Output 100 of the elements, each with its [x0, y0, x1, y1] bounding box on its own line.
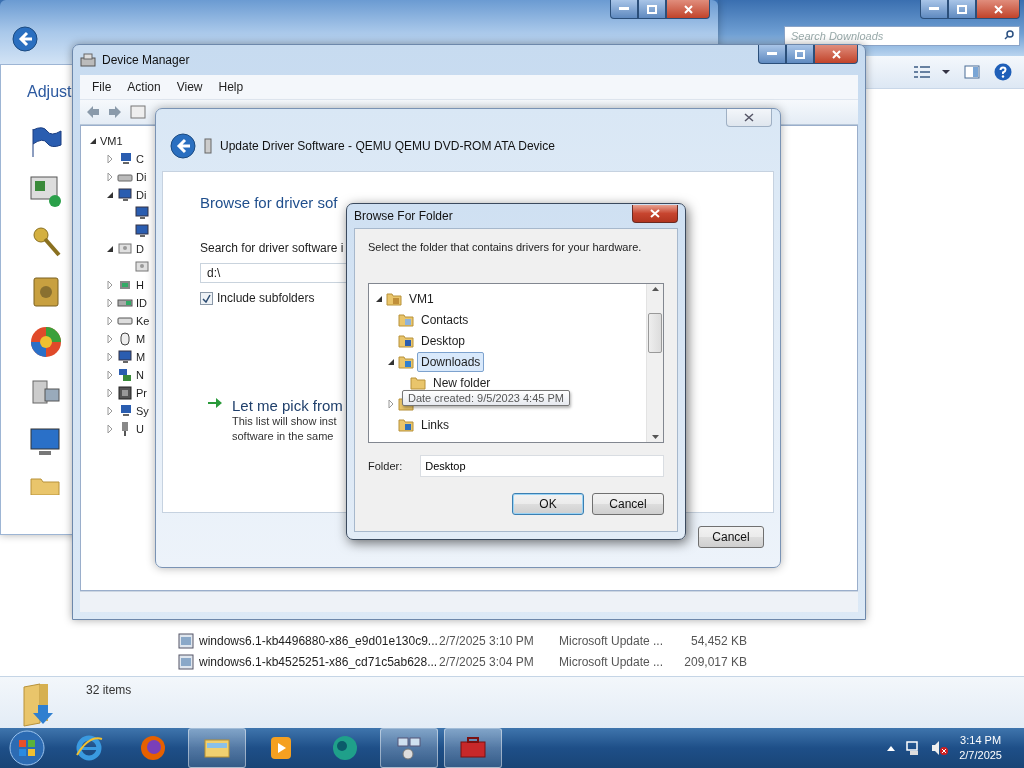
scroll-down-icon[interactable]	[651, 435, 659, 439]
expand-icon[interactable]	[106, 353, 114, 361]
expand-icon[interactable]	[106, 425, 114, 433]
expand-icon[interactable]	[106, 173, 114, 181]
file-type: Microsoft Update ...	[559, 654, 665, 669]
collapse-icon[interactable]	[375, 294, 383, 303]
taskbar-button[interactable]	[380, 728, 438, 768]
tree-item[interactable]: U	[136, 423, 144, 435]
minimize-button[interactable]	[920, 0, 948, 19]
tree-item[interactable]: D	[136, 243, 144, 255]
folder-item[interactable]: Contacts	[417, 309, 473, 330]
preview-pane-icon[interactable]	[964, 65, 980, 79]
option-link[interactable]: Let me pick from	[232, 397, 343, 414]
menu-item[interactable]: View	[168, 80, 211, 94]
search-icon[interactable]	[1004, 30, 1014, 40]
help-icon[interactable]	[994, 63, 1012, 81]
folder-icon	[398, 332, 414, 349]
close-button[interactable]	[814, 45, 858, 64]
tree-item[interactable]: C	[136, 153, 144, 165]
arrow-icon	[208, 397, 222, 409]
folder-item[interactable]: New folder	[429, 372, 495, 393]
show-hidden-icons[interactable]	[887, 745, 896, 751]
tree-item[interactable]: ID	[136, 297, 147, 309]
forward-arrow-icon[interactable]	[108, 105, 122, 119]
cancel-button[interactable]: Cancel	[592, 493, 664, 515]
volume-muted-icon[interactable]	[931, 740, 950, 756]
minimize-button[interactable]	[610, 0, 638, 19]
back-arrow-icon[interactable]	[86, 105, 100, 119]
chip-icon	[117, 385, 133, 401]
search-field[interactable]: Search Downloads	[784, 26, 1020, 46]
collapse-icon[interactable]	[106, 191, 114, 199]
scroll-up-icon[interactable]	[651, 287, 659, 291]
flag-icon[interactable]	[29, 125, 63, 159]
close-button[interactable]	[726, 109, 772, 127]
tree-item[interactable]: Di	[136, 171, 147, 183]
maximize-button[interactable]	[638, 0, 666, 19]
expand-icon[interactable]	[106, 155, 114, 163]
folder-item[interactable]: Downloads	[417, 351, 485, 372]
back-button[interactable]	[12, 26, 38, 52]
folder-item[interactable]: Links	[417, 414, 453, 435]
scroll-thumb[interactable]	[648, 313, 662, 353]
tree-item[interactable]: M	[136, 351, 146, 363]
close-icon	[650, 209, 660, 218]
maximize-button[interactable]	[948, 0, 976, 19]
folder-item[interactable]: VM1	[405, 288, 438, 309]
maximize-icon	[795, 49, 805, 59]
menu-item[interactable]: Help	[210, 80, 252, 94]
collapse-icon[interactable]	[106, 245, 114, 253]
folder-field[interactable]: Desktop	[420, 455, 664, 477]
include-subfolders-checkbox[interactable]: Include subfolders	[200, 291, 315, 305]
file-icon	[178, 653, 194, 670]
view-options-icon[interactable]	[914, 65, 950, 79]
menu-item[interactable]: File	[84, 80, 120, 94]
maximize-button[interactable]	[786, 45, 814, 64]
tree-item[interactable]: M	[136, 333, 146, 345]
file-name[interactable]: windows6.1-kb4525251-x86_cd71c5ab628...	[199, 654, 439, 669]
close-button[interactable]	[632, 205, 678, 223]
expand-icon[interactable]	[106, 335, 114, 343]
file-name[interactable]: windows6.1-kb4496880-x86_e9d01e130c9...	[199, 633, 439, 648]
close-icon	[831, 49, 841, 59]
collapse-icon[interactable]	[89, 137, 97, 145]
expand-icon[interactable]	[106, 371, 114, 379]
tree-item[interactable]: Di	[136, 189, 147, 201]
tree-item[interactable]: H	[136, 279, 144, 291]
expand-icon[interactable]	[106, 299, 114, 307]
cancel-button[interactable]: Cancel	[698, 526, 764, 548]
display-icon[interactable]	[29, 175, 63, 209]
monitor-icon	[134, 223, 150, 239]
scrollbar[interactable]	[646, 284, 663, 442]
minimize-button[interactable]	[758, 45, 786, 64]
page-heading: Adjust	[27, 83, 72, 101]
expand-icon[interactable]	[106, 389, 114, 397]
drive-icon	[134, 259, 150, 275]
orb-icon[interactable]	[29, 325, 63, 359]
taskbar-button[interactable]	[444, 728, 502, 768]
menu-item[interactable]: Action	[119, 80, 169, 94]
back-button[interactable]	[170, 133, 196, 159]
maximize-icon	[957, 4, 967, 14]
expand-icon[interactable]	[387, 399, 395, 408]
clock[interactable]: 3:14 PM 2/7/2025	[959, 733, 1002, 763]
tree-item[interactable]: VM1	[100, 135, 123, 147]
folder-item[interactable]: Desktop	[417, 330, 470, 351]
expand-icon[interactable]	[106, 407, 114, 415]
close-icon	[744, 113, 754, 122]
taskbar-button[interactable]	[188, 728, 246, 768]
expand-icon[interactable]	[106, 281, 114, 289]
expand-icon[interactable]	[106, 317, 114, 325]
close-button[interactable]	[976, 0, 1020, 19]
item-count: 32 items	[86, 683, 132, 697]
tree-item[interactable]: N	[136, 369, 144, 381]
tree-item[interactable]: Sy	[136, 405, 149, 417]
tree-item[interactable]: Ke	[136, 315, 150, 327]
browser-icon	[74, 733, 104, 763]
file-size: 209,017 KB	[683, 654, 747, 669]
ok-button[interactable]: OK	[512, 493, 584, 515]
collapse-icon[interactable]	[387, 357, 395, 366]
start-button[interactable]	[9, 730, 45, 766]
tree-item[interactable]: Pr	[136, 387, 147, 399]
browser-icon	[138, 733, 168, 763]
close-button[interactable]	[666, 0, 710, 19]
